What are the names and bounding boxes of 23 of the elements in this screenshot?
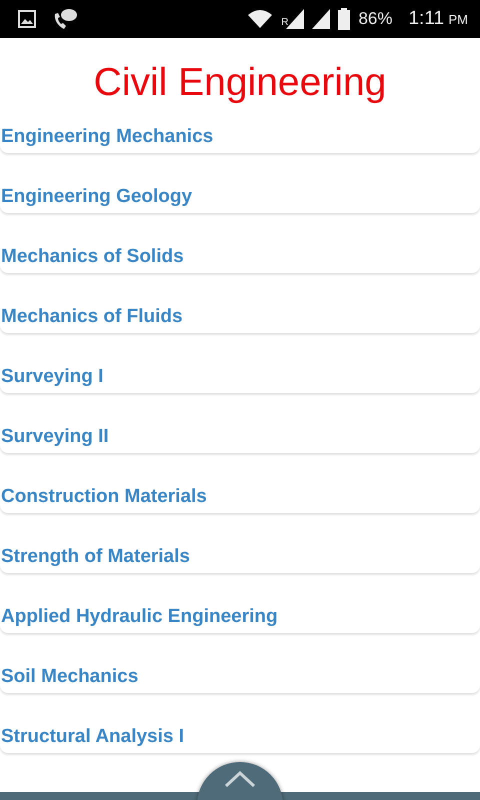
subject-link[interactable]: Soil Mechanics: [0, 660, 480, 693]
clock-time: 1:11: [408, 8, 444, 29]
subject-link[interactable]: Surveying I: [0, 360, 480, 393]
wifi-icon: [247, 9, 274, 29]
roaming-indicator: R: [281, 16, 288, 30]
chat-phone-icon: [52, 8, 78, 30]
battery-icon: [338, 8, 350, 30]
subject-link[interactable]: Strength of Materials: [0, 540, 480, 573]
battery-level: 86%: [358, 8, 392, 30]
clock-period: PM: [448, 12, 468, 27]
chevron-up-icon: [224, 770, 256, 788]
image-icon: [18, 10, 36, 28]
subject-link[interactable]: Engineering Geology: [0, 180, 480, 213]
signal-icon: [286, 9, 304, 29]
subject-link[interactable]: Applied Hydraulic Engineering: [0, 600, 480, 633]
subject-link[interactable]: Construction Materials: [0, 480, 480, 513]
page-title: Civil Engineering: [92, 60, 388, 106]
subject-link[interactable]: Mechanics of Solids: [0, 240, 480, 273]
subject-link[interactable]: Mechanics of Fluids: [0, 300, 480, 333]
subject-link[interactable]: Engineering Mechanics: [0, 120, 480, 153]
subject-link[interactable]: Structural Analysis I: [0, 720, 480, 753]
signal-icon: [312, 9, 330, 29]
subject-link[interactable]: Surveying II: [0, 420, 480, 453]
